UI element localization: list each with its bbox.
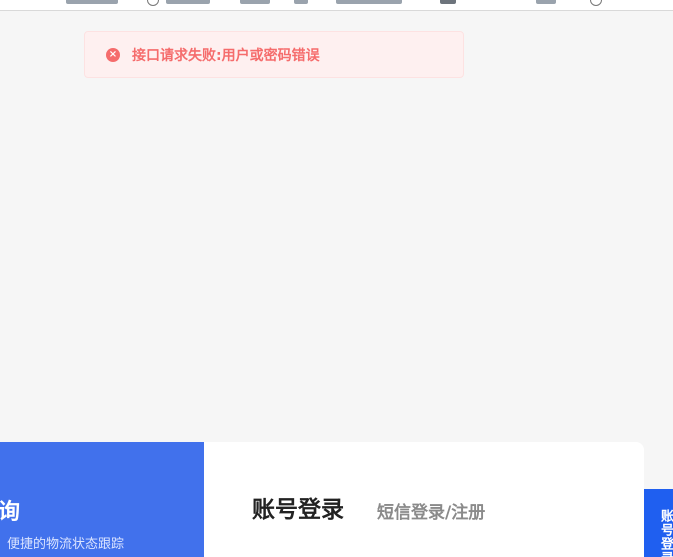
nav-item-placeholder[interactable] xyxy=(240,0,270,4)
login-panel: 询 、便捷的物流状态跟踪 账号登录 短信登录/注册 xyxy=(0,442,644,557)
error-message: 接口请求失败:用户或密码错误 xyxy=(132,47,320,64)
search-icon[interactable] xyxy=(147,0,159,6)
top-navigation-bar xyxy=(0,0,673,11)
nav-item-placeholder[interactable] xyxy=(166,0,210,4)
tab-account-login[interactable]: 账号登录 xyxy=(252,490,344,524)
nav-item-placeholder[interactable] xyxy=(294,0,308,4)
globe-icon[interactable] xyxy=(590,0,602,6)
app-icon[interactable] xyxy=(440,0,456,4)
login-form: 账号登录 短信登录/注册 xyxy=(204,442,644,557)
side-tab-account-login[interactable]: 账号登录 xyxy=(644,489,673,557)
promo-title: 询 xyxy=(0,500,21,525)
error-circle-icon: × xyxy=(106,47,120,62)
promo-subtitle: 、便捷的物流状态跟踪 xyxy=(0,537,125,552)
nav-item-placeholder[interactable] xyxy=(536,0,556,4)
tab-sms-login[interactable]: 短信登录/注册 xyxy=(377,498,485,523)
error-toast: × 接口请求失败:用户或密码错误 xyxy=(84,31,464,78)
nav-item-placeholder[interactable] xyxy=(66,0,118,4)
promo-banner: 询 、便捷的物流状态跟踪 xyxy=(0,442,204,557)
nav-item-placeholder[interactable] xyxy=(336,0,402,4)
